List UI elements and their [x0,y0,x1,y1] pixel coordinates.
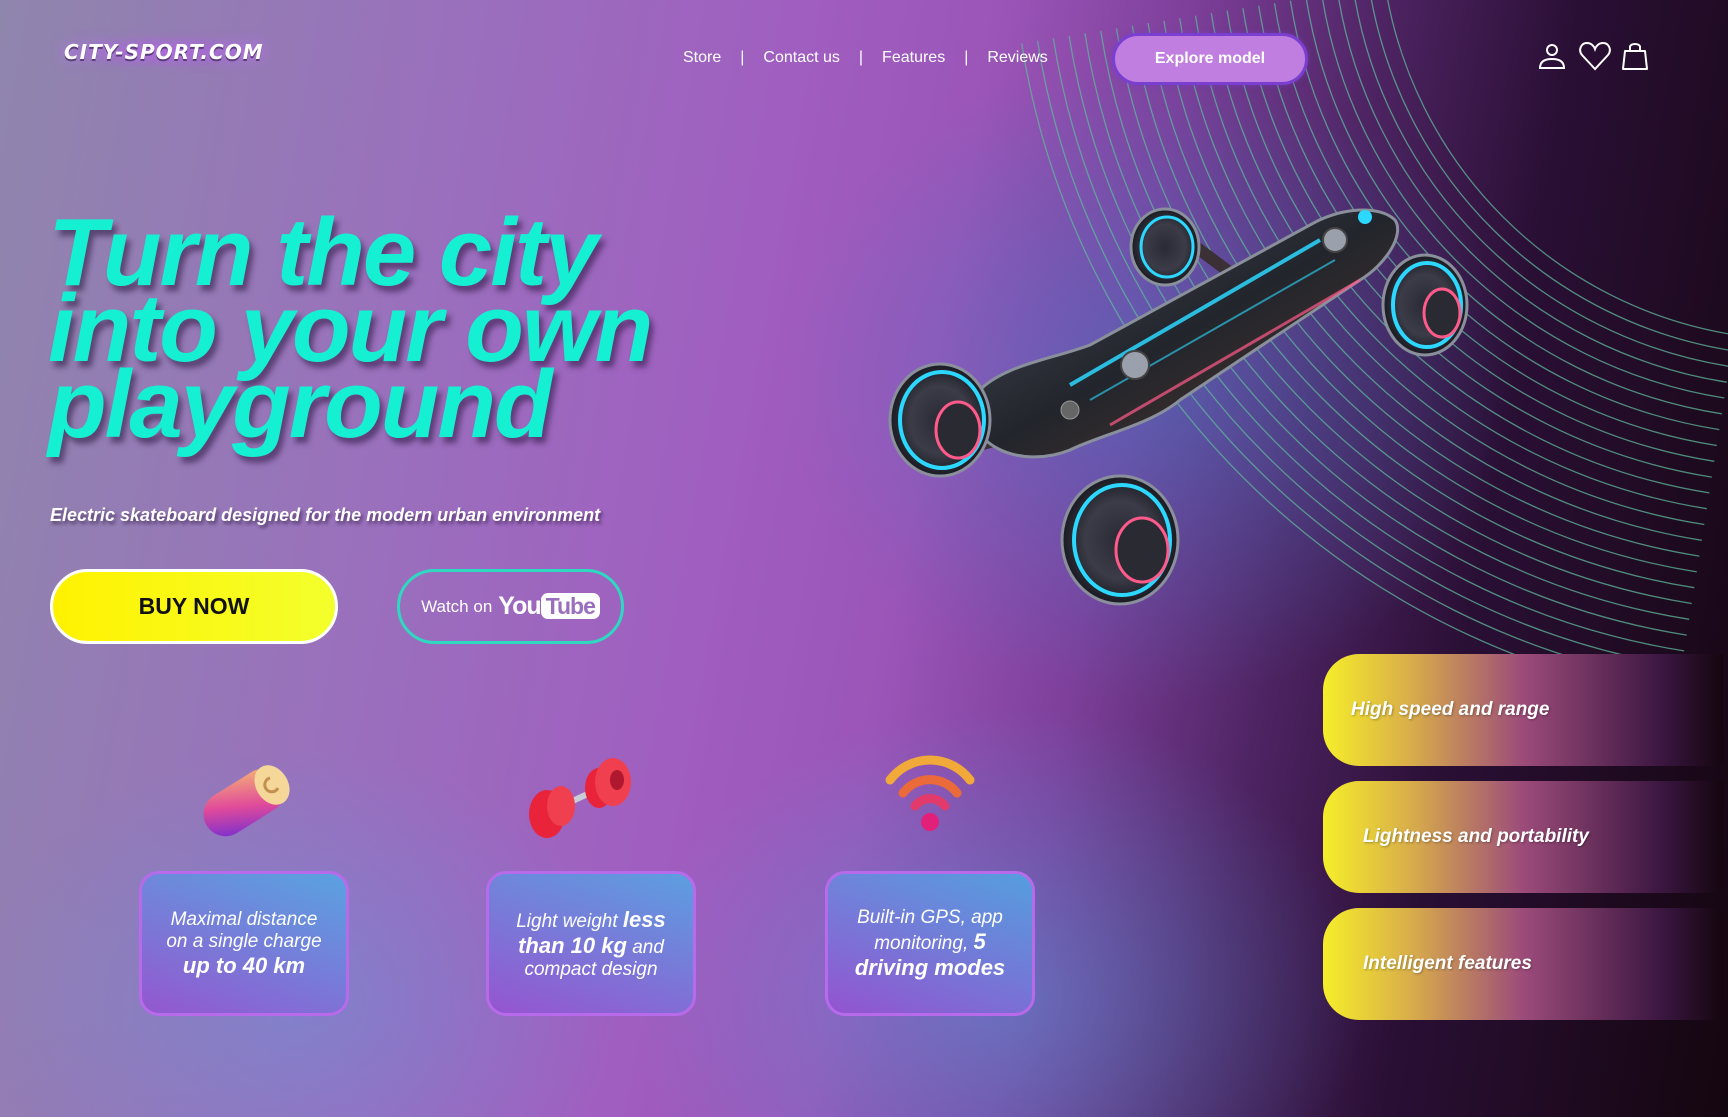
buy-now-button[interactable]: BUY NOW [50,569,338,644]
feature-highlight: up to 40 km [182,952,306,978]
nav-separator: | [740,49,745,66]
explore-model-button[interactable]: Explore model [1112,33,1308,85]
feature-card-weight: Light weight less than 10 kg and compact… [486,871,696,1016]
nav-separator: | [964,49,969,66]
hero-subtitle: Electric skateboard designed for the mod… [50,505,601,525]
youtube-logo: You Tube [498,592,600,621]
hero-title: Turn the city into your own playground [48,205,748,453]
highlight-portability[interactable]: Lightness and portability [1323,781,1723,893]
nav-contact-us[interactable]: Contact us [763,49,839,67]
shopping-bag-icon[interactable] [1620,40,1652,72]
nav-separator: | [858,49,864,66]
feature-card-gps: Built-in GPS, app monitoring, 5 driving … [825,871,1035,1016]
site-logo[interactable]: CITY-SPORT.COM [58,36,270,68]
wifi-icon [885,755,975,831]
nav-store[interactable]: Store [683,49,721,67]
feature-text: Maximal distance [170,908,318,930]
watch-on-label: Watch on [421,596,493,616]
user-icon[interactable] [1536,40,1568,72]
skateboard-illustration [888,207,1469,606]
watch-on-youtube-button[interactable]: Watch on You Tube [397,569,624,644]
nav-reviews[interactable]: Reviews [987,49,1047,67]
heart-icon[interactable] [1578,40,1611,72]
highlight-speed[interactable]: High speed and range [1323,654,1723,766]
dumbbell-icon [529,758,631,838]
feature-card-distance: Maximal distance on a single charge up t… [139,871,349,1016]
feature-text: on a single charge [166,930,322,952]
highlight-intelligent[interactable]: Intelligent features [1323,908,1723,1020]
main-nav: Store | Contact us | Features | Reviews [683,49,1048,67]
feature-text-line: Light weight less [516,906,666,932]
nav-features[interactable]: Features [882,49,945,67]
feature-text-line: than 10 kg and [518,932,664,958]
feature-text: Built-in GPS, app [857,906,1003,928]
feature-highlight: driving modes [854,954,1006,980]
feature-text-line: monitoring, 5 [874,928,986,954]
landing-page: CITY-SPORT.COM Store | Contact us | Feat… [0,0,1728,1117]
header-icons [1536,40,1652,72]
battery-icon [203,765,290,837]
feature-text: compact design [524,958,658,980]
